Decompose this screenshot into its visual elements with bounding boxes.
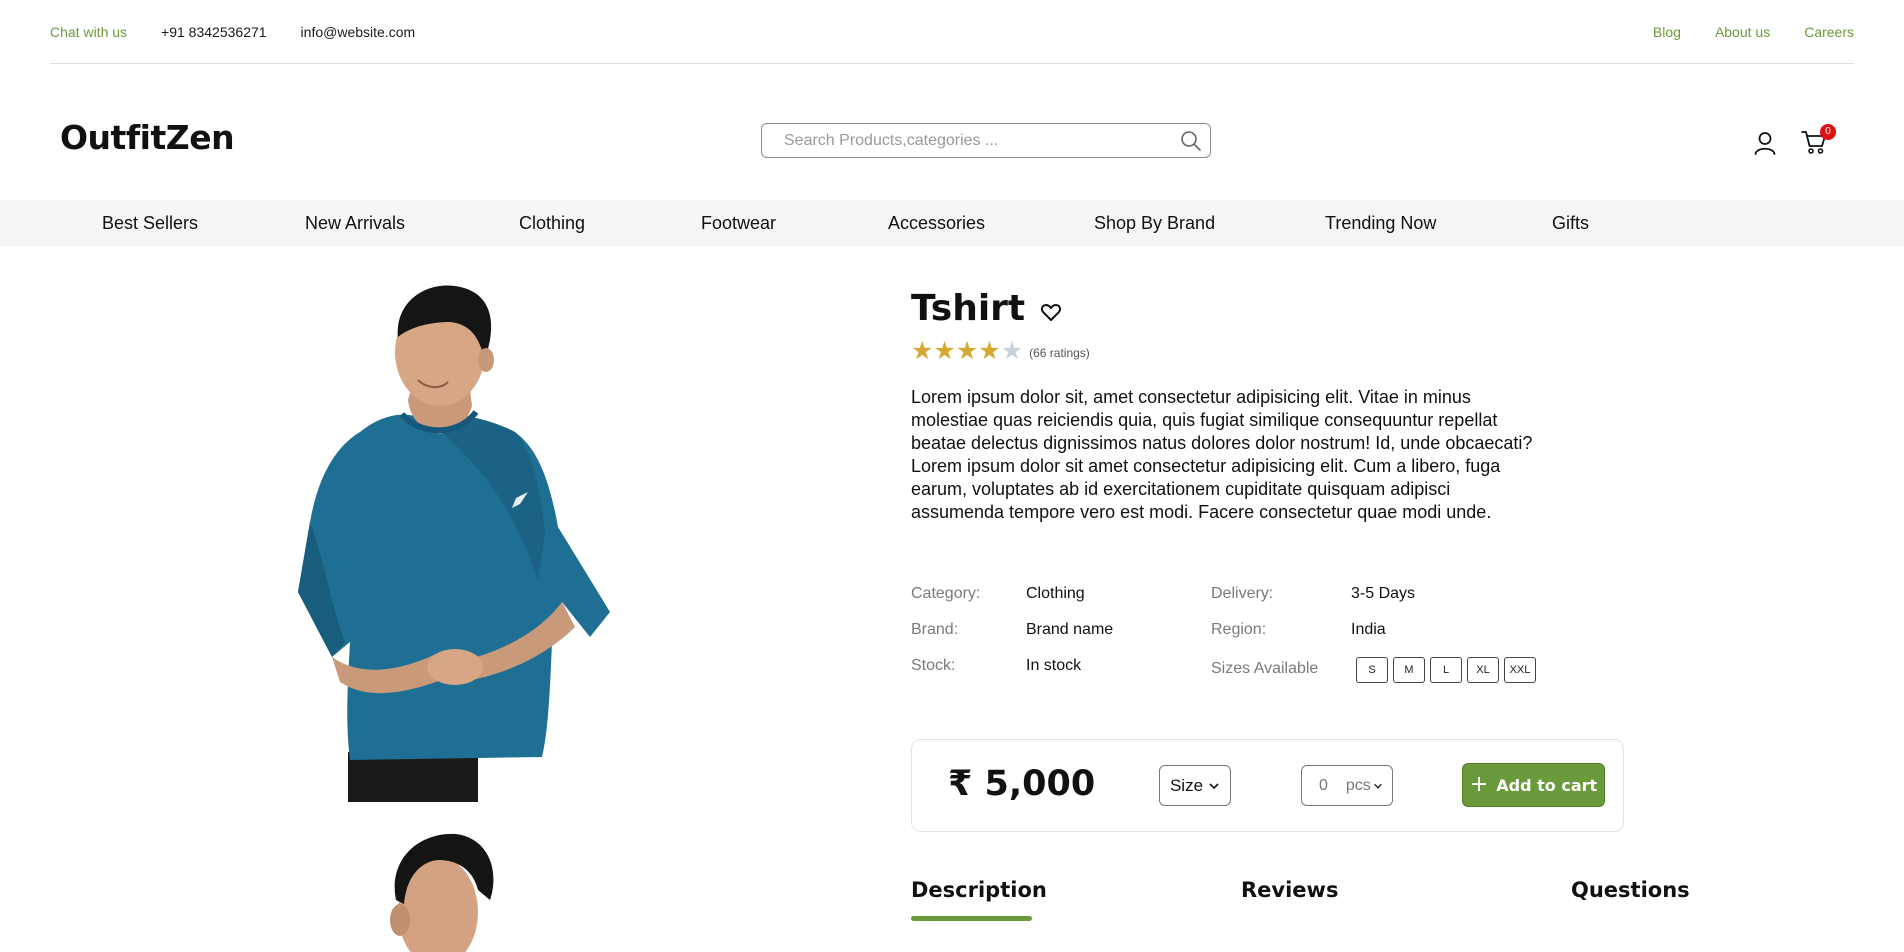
size-option-xxl[interactable]: XXL [1504,657,1536,683]
phone-number: +91 8342536271 [161,23,267,40]
add-to-cart-label: Add to cart [1496,775,1598,795]
search-box [761,123,1211,158]
price: ₹ 5,000 [948,764,1096,804]
quantity-unit: pcs [1345,776,1371,794]
nav-accessories[interactable]: Accessories [888,213,985,234]
size-select[interactable]: Size [1159,765,1231,806]
chevron-down-icon [1374,783,1382,789]
rating: ★ ★ ★ ★ ★ (66 ratings) [911,338,1090,364]
product-thumbnail[interactable] [378,830,508,952]
header: OutfitZen 0 [0,64,1904,200]
logo[interactable]: OutfitZen [60,118,235,157]
nav-trending-now[interactable]: Trending Now [1325,213,1436,234]
star-icon: ★ [978,337,1001,365]
category-nav: Best Sellers New Arrivals Clothing Footw… [0,200,1904,246]
product-title-row: Tshirt [911,288,1063,329]
active-tab-indicator [911,916,1032,921]
nav-footwear[interactable]: Footwear [701,213,776,234]
chat-link[interactable]: Chat with us [50,24,127,40]
star-icon: ★ [955,337,979,365]
product-main-image[interactable] [290,282,620,802]
cart-button[interactable]: 0 [1800,124,1836,158]
tab-reviews[interactable]: Reviews [1241,878,1338,902]
region-label: Region: [1211,621,1267,638]
quantity-select[interactable]: 0 pcs [1301,765,1393,806]
delivery-value: 3-5 Days [1351,585,1416,602]
ratings-count[interactable]: (66 ratings) [1029,346,1090,360]
star-icon: ★ [911,337,934,365]
cart-count-badge: 0 [1820,124,1836,140]
nav-new-arrivals[interactable]: New Arrivals [305,213,405,234]
brand-value: Brand name [1026,621,1114,638]
star-icon: ★ [933,337,956,365]
category-value: Clothing [1026,585,1085,602]
nav-gifts[interactable]: Gifts [1552,213,1589,234]
about-link[interactable]: About us [1715,24,1770,40]
sizes-label: Sizes Available [1211,660,1319,677]
size-options: S M L XL XXL [1356,657,1541,683]
product-title: Tshirt [911,288,1026,329]
search-icon[interactable] [1176,126,1206,156]
nav-shop-by-brand[interactable]: Shop By Brand [1094,213,1215,234]
tab-description[interactable]: Description [911,878,1047,902]
product-description: Lorem ipsum dolor sit, amet consectetur … [911,387,1533,522]
blog-link[interactable]: Blog [1653,24,1681,40]
stock-value: In stock [1026,657,1082,674]
category-label: Category: [911,585,981,602]
heart-icon[interactable] [1039,300,1063,324]
quantity-value: 0 [1319,776,1328,794]
size-option-l[interactable]: L [1430,657,1462,683]
region-value: India [1351,621,1386,638]
chevron-down-icon [1209,782,1219,789]
star-empty-icon: ★ [1000,337,1024,365]
size-select-label: Size [1169,775,1204,795]
nav-clothing[interactable]: Clothing [519,213,585,234]
size-option-m[interactable]: M [1393,657,1425,683]
tab-questions[interactable]: Questions [1571,878,1690,902]
stock-label: Stock: [911,657,956,674]
user-icon[interactable] [1752,130,1778,156]
purchase-box: ₹ 5,000 Size 0 pcs + Add to cart [911,739,1624,832]
nav-best-sellers[interactable]: Best Sellers [102,213,198,234]
top-bar: Chat with us +91 8342536271 info@website… [50,0,1854,64]
delivery-label: Delivery: [1211,585,1274,602]
size-option-xl[interactable]: XL [1467,657,1499,683]
careers-link[interactable]: Careers [1804,24,1854,40]
search-input[interactable] [762,124,1176,157]
plus-icon: + [1469,772,1489,797]
brand-label: Brand: [911,621,959,638]
add-to-cart-button[interactable]: + Add to cart [1462,763,1605,807]
size-option-s[interactable]: S [1356,657,1388,683]
email-address: info@website.com [300,23,416,40]
